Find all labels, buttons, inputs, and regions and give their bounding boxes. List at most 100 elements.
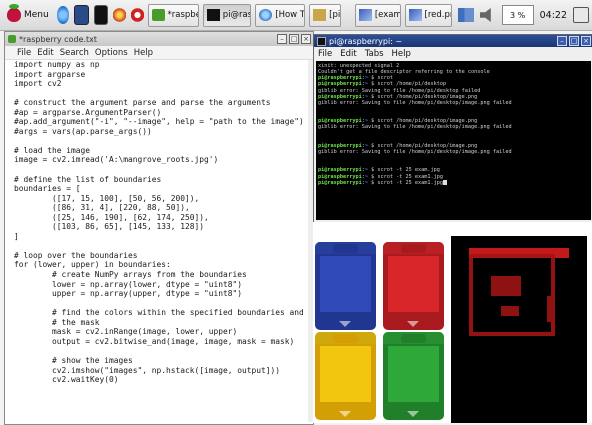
code-line: cv2.waitKey(0) — [14, 375, 119, 385]
color-card — [315, 242, 376, 330]
menu-label: Menu — [24, 10, 49, 20]
close-button[interactable]: × — [301, 34, 311, 44]
raspberry-pi-icon — [7, 4, 21, 22]
mathematica-icon[interactable] — [113, 6, 126, 24]
terminal-titlebar[interactable]: pi@raspberrypi: ~ – □ × — [314, 35, 592, 47]
code-line: #args = vars(ap.parse_args()) — [14, 126, 152, 136]
menu-file[interactable]: File — [318, 49, 332, 59]
red-mask-speck — [501, 306, 519, 316]
terminal-prompt: pi@raspberrypi — [318, 93, 362, 100]
color-card — [315, 332, 376, 420]
terminal-output[interactable]: xinit: unexpected signal 2 Couldn't get a… — [316, 61, 591, 220]
card-face — [388, 346, 439, 402]
card-tab — [401, 334, 426, 343]
web-browser-icon[interactable] — [56, 6, 70, 24]
terminal-path: :~ — [361, 142, 372, 149]
screen-lock-icon[interactable] — [573, 7, 590, 23]
card-tab — [333, 334, 358, 343]
terminal-launcher-icon[interactable] — [93, 5, 109, 25]
maximize-button[interactable]: □ — [289, 34, 299, 44]
terminal-title: pi@raspberrypi: ~ — [329, 36, 403, 46]
terminal-command: $ scrot -t 25 exam1.jpg — [371, 173, 443, 180]
task-red-png[interactable]: [red.png (125.. — [404, 3, 452, 27]
task-exam-jpg[interactable]: [exam.jpg (1.. — [354, 3, 401, 27]
terminal-command: $ scrot /home/pi/desktop/image.png — [371, 142, 478, 149]
image-output-window — [313, 222, 592, 423]
clock[interactable]: 04:22 — [540, 10, 567, 21]
task-raspberry-code[interactable]: *raspberry co.. — [147, 3, 199, 27]
image-icon — [408, 9, 422, 21]
code-line: lower = np.array(lower, dtype = "uint8") — [14, 279, 243, 289]
terminal-path: :~ — [361, 167, 372, 174]
red-mask-speck — [547, 296, 553, 322]
menu-help[interactable]: Help — [134, 48, 153, 58]
menu-help[interactable]: Help — [392, 49, 411, 59]
task-label: pi@raspberry.. — [222, 10, 250, 20]
terminal-prompt: pi@raspberrypi — [318, 81, 362, 88]
task-label: *raspberry co.. — [167, 10, 198, 20]
menu-file[interactable]: File — [17, 48, 31, 58]
cpu-monitor[interactable]: 3 % — [501, 5, 534, 25]
terminal-path: :~ — [361, 173, 372, 180]
card-arrow — [407, 411, 419, 417]
network-icon[interactable] — [457, 8, 474, 22]
menu-edit[interactable]: Edit — [37, 48, 53, 58]
red-mask-speck — [491, 276, 521, 296]
code-line: import numpy as np — [14, 60, 100, 69]
code-line: image = cv2.imread('A:\mangrove_roots.jp… — [14, 155, 219, 165]
card-arrow — [407, 321, 419, 327]
code-line: # the mask — [14, 317, 100, 327]
terminal-command: $ scrot /home/pi/desktop/image.png — [371, 118, 478, 125]
terminal-path: :~ — [361, 179, 372, 186]
terminal-cursor — [442, 179, 447, 185]
card-face — [388, 256, 439, 312]
terminal-icon — [206, 9, 220, 21]
terminal-menubar: File Edit Tabs Help — [314, 47, 592, 60]
editor-titlebar[interactable]: *raspberry code.txt – □ × — [5, 32, 313, 46]
menu-tabs[interactable]: Tabs — [365, 49, 384, 59]
code-line: # construct the argument parse and parse… — [14, 98, 271, 108]
code-line: for (lower, upper) in boundaries: — [14, 260, 171, 270]
code-text-area[interactable]: import numpy as np import argparse import … — [14, 60, 312, 422]
maximize-button[interactable]: □ — [569, 36, 579, 46]
code-line: import cv2 — [14, 79, 62, 89]
file-manager-icon[interactable] — [74, 5, 89, 25]
code-line: import argparse — [14, 69, 86, 79]
code-line: #ap = argparse.ArgumentParser() — [14, 107, 162, 117]
terminal-command: $ scrot -t 25 exam1.jpg — [371, 179, 443, 186]
terminal-prompt: pi@raspberrypi — [318, 75, 362, 82]
terminal-prompt: pi@raspberrypi — [318, 167, 362, 174]
task-terminal[interactable]: pi@raspberry.. — [202, 3, 252, 27]
terminal-icon — [317, 36, 326, 46]
terminal-prompt: pi@raspberrypi — [318, 173, 362, 180]
minimize-button[interactable]: – — [557, 36, 567, 46]
image-icon — [358, 9, 372, 21]
menu-search[interactable]: Search — [60, 48, 89, 58]
code-line: mask = cv2.inRange(image, lower, upper) — [14, 327, 238, 337]
task-browser[interactable]: [How To Take.. — [255, 3, 306, 27]
menu-options[interactable]: Options — [95, 48, 128, 58]
menu-edit[interactable]: Edit — [340, 49, 356, 59]
code-line: # find the colors within the specified b… — [14, 308, 312, 318]
text-editor-window: *raspberry code.txt – □ × File Edit Sear… — [4, 31, 314, 425]
taskbar: Menu *raspberry co.. pi@raspberry.. [How… — [0, 0, 592, 31]
task-label: [exam.jpg (1.. — [374, 10, 400, 20]
close-button[interactable]: × — [581, 36, 591, 46]
terminal-path: :~ — [361, 93, 372, 100]
code-line: # define the list of boundaries — [14, 174, 162, 184]
editor-title: *raspberry code.txt — [19, 34, 97, 44]
code-line: # show the images — [14, 355, 133, 365]
minimize-button[interactable]: – — [277, 34, 287, 44]
original-image — [313, 236, 449, 423]
menu-button[interactable]: Menu — [4, 4, 52, 26]
wolfram-icon[interactable] — [130, 6, 144, 24]
volume-icon[interactable] — [479, 8, 491, 22]
globe-icon — [259, 9, 273, 21]
terminal-command: $ scrot — [371, 75, 393, 82]
task-folder-pi[interactable]: [pi] — [309, 3, 341, 27]
code-line: #ap.add_argument("-i", "--image", help =… — [14, 117, 304, 127]
code-line: output = cv2.bitwise_and(image, image, m… — [14, 336, 295, 346]
